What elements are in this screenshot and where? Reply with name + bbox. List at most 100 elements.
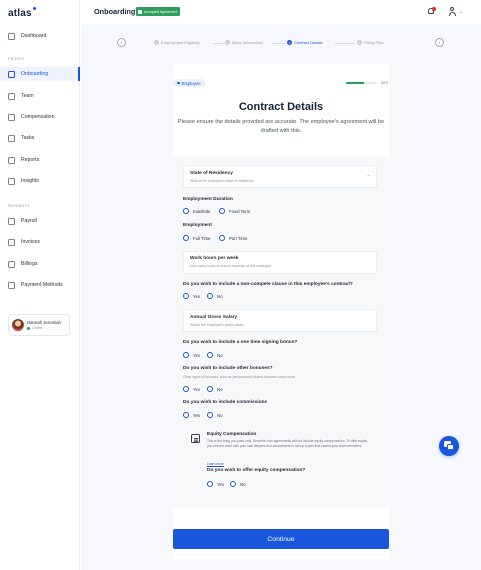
radio-other-bonuses-no[interactable]: No — [207, 386, 223, 392]
step-label: Contract Details — [294, 40, 323, 45]
sidebar-item-reports[interactable]: Reports — [0, 153, 80, 167]
radio-label: Yes — [193, 386, 201, 392]
sidebar: atlas Dashboard PEOPLE Onboarding Team C… — [0, 0, 80, 570]
step-label: Employment Eligibility — [161, 40, 200, 45]
equity-title: Equity Compensation — [207, 432, 257, 437]
sidebar-item-team[interactable]: Team — [0, 89, 80, 103]
logo-dot — [32, 7, 36, 10]
radio-fixed-term[interactable]: Fixed Term — [219, 208, 250, 214]
radio-label: Yes — [217, 481, 225, 487]
sidebar-item-payment-methods[interactable]: Payment Methods — [0, 278, 80, 292]
step-label: Hiring Plan — [364, 40, 384, 45]
sidebar-item-label: Insights — [21, 178, 39, 184]
chip-label: Employee — [181, 80, 201, 86]
wallet-icon — [8, 217, 15, 225]
brand-logo[interactable]: atlas — [8, 7, 36, 19]
user-card[interactable]: Hannah Jeremiah Online — [8, 314, 70, 336]
equity-description: This is the thing you pass only. Describ… — [207, 439, 368, 448]
state-of-residency-select[interactable]: State of Residency What is the employee'… — [183, 165, 377, 188]
radio-part-time[interactable]: Part Time — [219, 235, 247, 241]
grid-icon — [8, 32, 15, 40]
stepper-prev-button[interactable]: ‹ — [117, 38, 126, 47]
annual-gross-salary-input[interactable]: Annual Gross Salary What's the employee'… — [183, 309, 377, 332]
radio-equity-no[interactable]: No — [230, 481, 246, 487]
radio-commissions-yes[interactable]: Yes — [183, 412, 200, 418]
learn-more-link[interactable]: Learn more — [207, 462, 224, 466]
work-hours-placeholder: How many hours of work is expected of th… — [190, 264, 272, 268]
other-bonuses-question: Do you wish to include other bonuses? — [183, 366, 273, 371]
radio-label: Indefinite — [193, 208, 211, 214]
sidebar-item-label: Payroll — [21, 218, 37, 224]
employee-chip: Employee — [173, 79, 206, 87]
user-icon — [8, 70, 15, 78]
step-connector — [335, 42, 355, 44]
step-number: 2 — [225, 40, 230, 45]
sidebar-item-dashboard[interactable]: Dashboard — [0, 29, 80, 43]
card-icon — [8, 281, 15, 289]
user-status: Online — [27, 326, 61, 330]
chip-dot-icon — [177, 81, 180, 85]
check-icon: ✓ — [138, 9, 142, 14]
employment-label: Employment — [183, 223, 212, 228]
sidebar-item-payroll[interactable]: Payroll — [0, 214, 80, 228]
chat-bubble-icon — [447, 444, 454, 450]
sidebar-item-label: Onboarding — [21, 71, 49, 77]
insights-icon — [8, 177, 15, 185]
radio-label: Yes — [193, 352, 201, 358]
radio-indefinite[interactable]: Indefinite — [183, 208, 210, 214]
invoice-icon — [8, 238, 15, 246]
page-title: Onboarding — [94, 7, 136, 16]
work-hours-input[interactable]: Work hours per week How many hours of wo… — [183, 251, 377, 274]
sidebar-item-onboarding[interactable]: Onboarding — [0, 67, 80, 81]
radio-signing-no[interactable]: No — [207, 352, 223, 358]
noncompete-question: Do you wish to include a non-compete cla… — [183, 282, 353, 287]
chevron-down-icon: ⌄ — [366, 172, 370, 177]
radio-commissions-no[interactable]: No — [207, 412, 223, 418]
step-contract-details[interactable]: 3 Contract Details — [287, 40, 322, 45]
team-icon — [8, 92, 15, 100]
progress-fill — [346, 81, 364, 84]
chat-support-button[interactable] — [439, 436, 459, 456]
employment-duration-label: Employment Duration — [183, 197, 233, 202]
sidebar-item-billings[interactable]: Billings — [0, 257, 80, 271]
sidebar-item-invoices[interactable]: Invoices — [0, 235, 80, 249]
chart-icon — [8, 156, 15, 164]
notification-dot-icon — [432, 7, 436, 11]
radio-noncompete-yes[interactable]: Yes — [183, 293, 200, 299]
sidebar-item-tasks[interactable]: Tasks — [0, 131, 80, 145]
radio-full-time[interactable]: Full Time — [183, 235, 210, 241]
step-hiring-plan[interactable]: 4 Hiring Plan — [357, 40, 384, 45]
radio-signing-yes[interactable]: Yes — [183, 352, 200, 358]
sidebar-item-label: Payment Methods — [21, 282, 63, 288]
radio-other-bonuses-yes[interactable]: Yes — [183, 386, 200, 392]
section-subtitle: Please ensure the details provided are a… — [177, 119, 385, 134]
top-header: Onboarding ✓ Accepted Agreement ⌄ — [80, 0, 481, 24]
step-connector — [213, 42, 225, 44]
step-connector — [272, 42, 286, 44]
radio-label: No — [217, 386, 223, 392]
profile-icon[interactable] — [448, 7, 456, 16]
clipboard-icon — [191, 434, 200, 443]
step-basic-information[interactable]: 2 Basic Information — [225, 40, 263, 45]
salary-placeholder: What's the employee's yearly salary — [190, 323, 244, 327]
progress-bar — [346, 81, 376, 84]
chevron-down-icon[interactable]: ⌄ — [459, 9, 463, 15]
radio-label: No — [217, 293, 223, 299]
continue-button[interactable]: Continue — [173, 529, 389, 549]
radio-label: No — [217, 352, 223, 358]
status-badge-label: Accepted Agreement — [144, 9, 178, 14]
state-label: State of Residency — [190, 171, 233, 176]
billing-icon — [8, 260, 15, 268]
clipboard-icon — [8, 134, 15, 142]
sidebar-item-compensation[interactable]: Compensation — [0, 110, 80, 124]
stepper-next-button[interactable]: › — [435, 38, 444, 47]
work-hours-label: Work hours per week — [190, 256, 239, 261]
radio-noncompete-no[interactable]: No — [207, 293, 223, 299]
step-employment-eligibility[interactable]: 1 Employment Eligibility — [154, 40, 200, 45]
sidebar-item-insights[interactable]: Insights — [0, 174, 80, 188]
radio-equity-yes[interactable]: Yes — [207, 481, 224, 487]
section-title: Contract Details — [238, 101, 324, 113]
section-label-people: PEOPLE — [8, 57, 25, 61]
signing-bonus-question: Do you wish to include a one time signin… — [183, 340, 298, 345]
notification-bell-icon[interactable] — [427, 7, 436, 16]
